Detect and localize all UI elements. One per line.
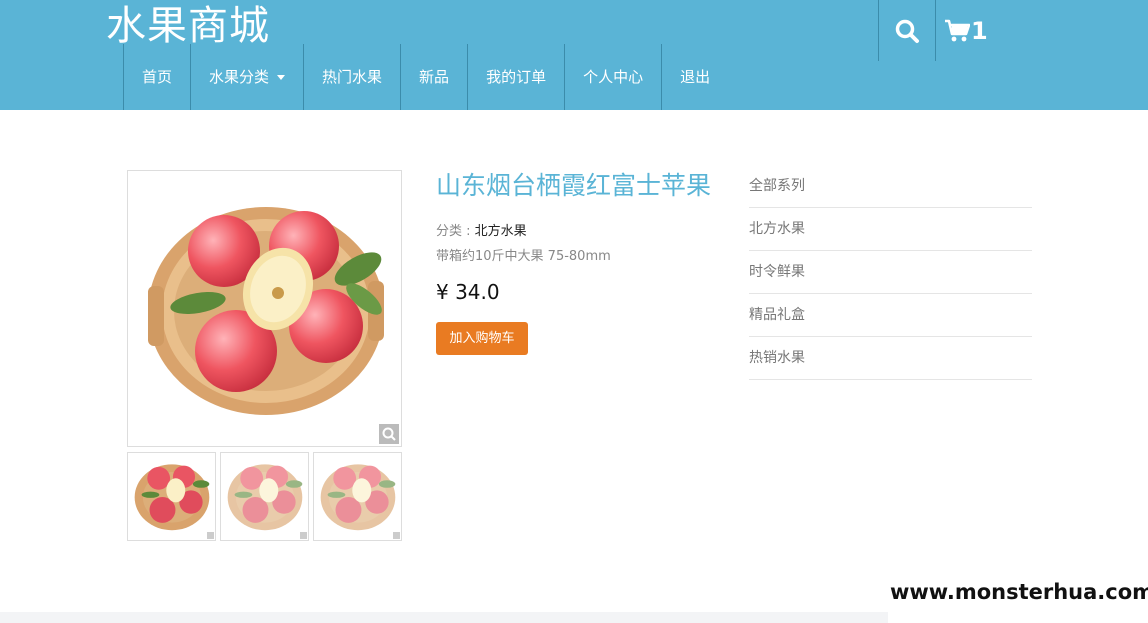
nav-new[interactable]: 新品 bbox=[400, 44, 467, 110]
category-label: 分类 : bbox=[436, 224, 475, 239]
product-title: 山东烟台栖霞红富士苹果 bbox=[436, 171, 712, 200]
nav-my-orders[interactable]: 我的订单 bbox=[467, 44, 564, 110]
product-thumbnail-3[interactable] bbox=[313, 452, 402, 541]
sidebar-item-north[interactable]: 北方水果 bbox=[749, 208, 1032, 251]
nav-hot-fruits[interactable]: 热门水果 bbox=[303, 44, 400, 110]
footer-band bbox=[0, 612, 888, 623]
add-to-cart-button[interactable]: 加入购物车 bbox=[436, 322, 528, 355]
search-button[interactable] bbox=[878, 0, 935, 61]
top-header: 水果商城 1 首页 水果分类 热门水果 新品 我的订单 个人中心 退出 bbox=[0, 0, 1148, 110]
thumb-zoom-marker bbox=[207, 532, 214, 539]
product-category: 分类 : 北方水果 bbox=[436, 220, 527, 239]
zoom-icon[interactable] bbox=[379, 424, 399, 444]
cart-button[interactable]: 1 bbox=[935, 0, 1005, 61]
main-nav: 首页 水果分类 热门水果 新品 我的订单 个人中心 退出 bbox=[123, 44, 728, 110]
category-sidebar: 全部系列 北方水果 时令鲜果 精品礼盒 热销水果 bbox=[749, 165, 1032, 380]
nav-new-label: 新品 bbox=[419, 68, 450, 86]
search-icon bbox=[895, 19, 919, 43]
sidebar-item-hot[interactable]: 热销水果 bbox=[749, 337, 1032, 380]
nav-fruit-category-label: 水果分类 bbox=[209, 68, 270, 86]
caret-down-icon bbox=[277, 75, 286, 80]
apple-basket-thumb-image bbox=[134, 464, 210, 531]
apple-basket-image bbox=[148, 207, 384, 415]
nav-home-label: 首页 bbox=[142, 68, 173, 86]
sidebar-item-gift-box[interactable]: 精品礼盒 bbox=[749, 294, 1032, 337]
nav-fruit-category[interactable]: 水果分类 bbox=[190, 44, 303, 110]
cart-icon bbox=[945, 19, 970, 41]
header-icons: 1 bbox=[878, 0, 1005, 61]
nav-user-center-label: 个人中心 bbox=[583, 68, 644, 86]
nav-my-orders-label: 我的订单 bbox=[486, 68, 547, 86]
nav-logout-label: 退出 bbox=[680, 68, 711, 86]
product-main-image[interactable] bbox=[127, 170, 402, 447]
thumb-zoom-marker bbox=[300, 532, 307, 539]
thumb-zoom-marker bbox=[393, 532, 400, 539]
product-price: ¥ 34.0 bbox=[436, 280, 500, 304]
product-thumbnails bbox=[127, 452, 406, 541]
apple-basket-thumb-image bbox=[227, 464, 303, 531]
product-thumbnail-1[interactable] bbox=[127, 452, 216, 541]
apple-basket-thumb-image bbox=[320, 464, 396, 531]
nav-user-center[interactable]: 个人中心 bbox=[564, 44, 661, 110]
sidebar-item-all[interactable]: 全部系列 bbox=[749, 165, 1032, 208]
cart-count-badge: 1 bbox=[971, 16, 988, 45]
category-link[interactable]: 北方水果 bbox=[475, 224, 527, 239]
nav-hot-fruits-label: 热门水果 bbox=[322, 68, 383, 86]
sidebar-item-seasonal[interactable]: 时令鲜果 bbox=[749, 251, 1032, 294]
nav-logout[interactable]: 退出 bbox=[661, 44, 728, 110]
nav-home[interactable]: 首页 bbox=[123, 44, 190, 110]
product-description: 带箱约10斤中大果 75-80mm bbox=[436, 249, 611, 264]
watermark-text: www.monsterhua.com bbox=[890, 580, 1148, 604]
product-thumbnail-2[interactable] bbox=[220, 452, 309, 541]
